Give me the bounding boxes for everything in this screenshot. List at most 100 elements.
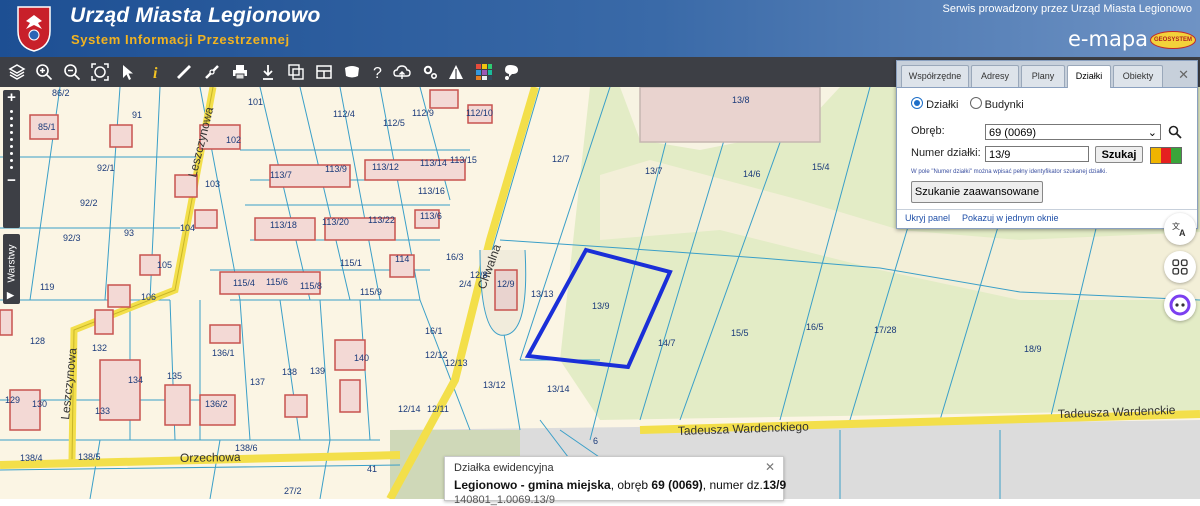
svg-text:12/9: 12/9 [497,279,515,289]
popup-parcel-number: 13/9 [762,478,787,492]
radio-parcels[interactable] [911,97,923,109]
popup-close-icon[interactable]: ✕ [765,460,775,474]
app-title: Urząd Miasta Legionowo [70,4,321,27]
zoom-out-button[interactable]: − [3,173,20,189]
city-crest-icon [17,6,51,52]
copy-map-icon[interactable] [284,60,308,84]
svg-text:85/1: 85/1 [38,122,56,132]
svg-text:101: 101 [248,97,263,107]
svg-text:13/7: 13/7 [645,166,663,176]
svg-text:135: 135 [167,371,182,381]
help-icon[interactable]: ? [366,60,390,84]
search-button[interactable]: Szukaj [1095,146,1143,163]
measure-distance-icon[interactable] [172,60,196,84]
svg-text:2/4: 2/4 [459,279,472,289]
svg-text:102: 102 [226,135,241,145]
popup-obreb: 69 (0069) [651,478,703,492]
assistant-button[interactable] [1164,289,1196,321]
comment-icon[interactable] [340,60,364,84]
search-icon[interactable] [1168,125,1182,139]
tab-wspolrzedne[interactable]: Współrzędne [901,65,969,87]
app-header: Urząd Miasta Legionowo System Informacji… [0,0,1200,57]
panel-links: Ukryj panel Pokazuj w jednym oknie [897,209,1197,228]
zoom-extent-icon[interactable] [88,60,112,84]
select-arrow-icon[interactable] [116,60,140,84]
tab-obiekty[interactable]: Obiekty [1113,65,1163,87]
svg-text:115/4: 115/4 [233,278,255,288]
svg-text:129: 129 [5,395,20,405]
info-icon[interactable]: i [144,60,168,84]
translate-button[interactable]: 文A [1164,213,1196,245]
svg-text:138: 138 [282,367,297,377]
svg-text:13/13: 13/13 [531,289,554,299]
zoom-out-icon[interactable] [60,60,84,84]
cloud-upload-icon[interactable] [390,60,414,84]
zoom-in-button[interactable]: + [3,90,20,106]
popup-title: Działka ewidencyjna [454,462,554,474]
download-icon[interactable] [256,60,280,84]
color-palette-icon[interactable] [472,60,496,84]
settings-icon[interactable] [418,60,442,84]
svg-text:113/6: 113/6 [420,211,442,221]
layers-expand-icon: ▶ [7,290,14,300]
obreb-select[interactable]: 69 (0069) ⌄ [985,124,1161,140]
svg-text:140: 140 [354,353,369,363]
street-view-icon[interactable] [444,60,468,84]
app-subtitle: System Informacji Przestrzennej [71,32,290,47]
numer-label: Numer działki: [911,147,981,159]
svg-text:113/22: 113/22 [368,215,395,225]
parcel-number-input[interactable]: 13/9 [985,146,1089,162]
svg-text:13/12: 13/12 [483,380,506,390]
svg-text:15/4: 15/4 [812,162,830,172]
measure-area-icon[interactable] [200,60,224,84]
layers-icon[interactable] [5,60,29,84]
radio-buildings[interactable] [969,97,982,109]
svg-text:113/12: 113/12 [372,162,399,172]
svg-text:136/2: 136/2 [205,399,228,409]
popup-detail-1: , obręb [610,478,652,492]
popup-location: Legionowo - gmina miejska [454,478,611,492]
svg-text:17/28: 17/28 [874,325,897,335]
svg-text:91: 91 [132,110,142,120]
svg-text:113/20: 113/20 [322,217,349,227]
tab-adresy[interactable]: Adresy [971,65,1019,87]
svg-text:119: 119 [40,282,54,292]
svg-text:132: 132 [92,343,107,353]
svg-text:14/6: 14/6 [743,169,761,179]
svg-text:13/9: 13/9 [592,301,610,311]
tab-dzialki[interactable]: Działki [1067,65,1111,88]
obreb-label: Obręb: [911,125,945,137]
svg-text:138/6: 138/6 [235,443,258,453]
radio-parcels-label: Działki [926,99,959,111]
svg-text:16/5: 16/5 [806,322,824,332]
print-icon[interactable] [228,60,252,84]
apps-button[interactable] [1164,251,1196,283]
svg-text:i: i [153,65,158,81]
advanced-search-button[interactable]: Szukanie zaawansowane [911,181,1043,203]
chevron-down-icon: ⌄ [1147,127,1157,139]
layers-tab[interactable]: Warstwy ▶ [3,234,20,304]
svg-text:113/16: 113/16 [418,186,445,196]
svg-text:A: A [1179,228,1186,238]
layers-tab-label: Warstwy [6,244,18,283]
obreb-value: 69 (0069) [989,127,1037,139]
svg-text:106: 106 [141,292,156,302]
search-hint: W pole "Numer działki" można wpisać pełn… [911,169,1108,175]
svg-text:16/1: 16/1 [425,326,443,336]
svg-text:18/9: 18/9 [1024,344,1042,354]
svg-text:12/13: 12/13 [445,358,468,368]
layout-icon[interactable] [312,60,336,84]
search-panel: Współrzędne Adresy Plany Działki Obiekty… [896,60,1198,229]
zoom-in-icon[interactable] [32,60,56,84]
single-window-link[interactable]: Pokazuj w jednym oknie [962,213,1059,223]
chat-icon[interactable] [500,60,524,84]
emapa-brand[interactable]: e-mapa [1068,27,1148,51]
tab-plany[interactable]: Plany [1021,65,1065,87]
close-panel-icon[interactable]: ✕ [1178,67,1189,83]
highlight-color-picker[interactable] [1150,147,1182,164]
svg-text:14/7: 14/7 [658,338,676,348]
hide-panel-link[interactable]: Ukryj panel [905,213,950,223]
svg-text:105: 105 [157,260,172,270]
svg-text:137: 137 [250,377,265,387]
svg-text:41: 41 [367,464,377,474]
